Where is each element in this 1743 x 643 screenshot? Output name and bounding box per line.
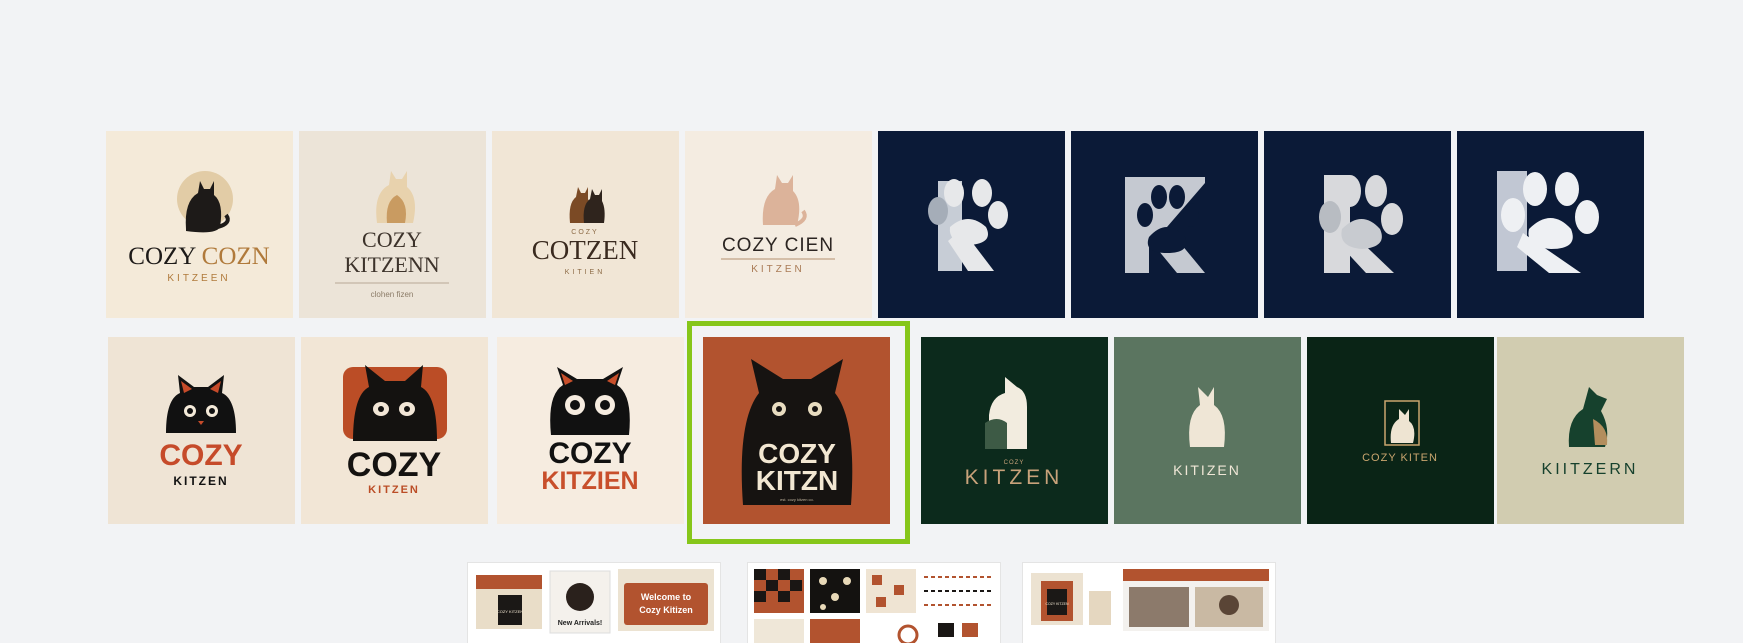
selection-highlight [687, 321, 910, 544]
brand-mockup-preview[interactable]: COZY KITZEN New Arrivals! Welcome to Coz… [468, 563, 720, 643]
svg-text:clohen fizen: clohen fizen [371, 290, 414, 299]
svg-text:KITZIEN: KITZIEN [541, 467, 638, 495]
pattern-sheet-preview[interactable] [748, 563, 1000, 643]
logo-tile-cozy-cozn[interactable]: COZY COZN KITZEEN [106, 131, 293, 318]
logo-tile-cozy-cien[interactable]: COZY CIEN KITZEN [685, 131, 872, 318]
svg-text:KITZENN: KITZENN [344, 252, 439, 277]
storefront-mockup-preview[interactable]: COZY KITZEN [1023, 563, 1275, 643]
svg-text:New Arrivals!: New Arrivals! [558, 620, 602, 627]
logo-tile-cotzen[interactable]: COZY COTZEN KITIEN [492, 131, 679, 318]
svg-text:Cozy Kitizen: Cozy Kitizen [639, 605, 693, 615]
logo-tile-cozy-kitzen-bold[interactable]: COZY KITZEN [301, 337, 488, 524]
svg-text:KITZEN: KITZEN [368, 484, 420, 496]
svg-text:KIITZERN: KIITZERN [1542, 461, 1639, 478]
logo-tile-cozy-kitzien[interactable]: COZY KITZIEN [497, 337, 684, 524]
logo-tile-kiitzern[interactable]: KIITZERN [1497, 337, 1684, 524]
svg-text:KITZEN: KITZEN [751, 264, 805, 275]
logo-tile-kitzen-sage[interactable]: KITIZEN [1114, 337, 1301, 524]
svg-text:COZY KITEN: COZY KITEN [1362, 452, 1438, 464]
svg-text:KITZEEN: KITZEEN [167, 273, 230, 284]
logo-tile-kitzen-forest[interactable]: COZY KITZEN [921, 337, 1108, 524]
svg-text:KITIZEN: KITIZEN [1173, 462, 1241, 478]
svg-text:COZY KITZEN: COZY KITZEN [497, 609, 523, 614]
svg-text:KITZEN: KITZEN [173, 474, 228, 488]
svg-text:COTZEN: COTZEN [532, 235, 638, 265]
logo-tile-cozy-kiten[interactable]: COZY KITEN [1307, 337, 1494, 524]
svg-text:COZY KITZEN: COZY KITZEN [1045, 602, 1069, 606]
svg-text:COZY: COZY [362, 227, 422, 252]
logo-tile-paw-k-1[interactable] [878, 131, 1065, 318]
logo-tile-paw-k-3[interactable] [1264, 131, 1451, 318]
logo-variations-canvas: { "colors": { "background": "#f2f3f5", "… [0, 0, 1743, 643]
logo-tile-paw-k-2[interactable] [1071, 131, 1258, 318]
svg-text:KITIEN: KITIEN [565, 269, 606, 276]
svg-text:COZY: COZY [347, 446, 442, 484]
svg-text:COZY: COZY [548, 437, 631, 470]
svg-text:COZY CIEN: COZY CIEN [722, 235, 834, 256]
svg-text:COZY COZN: COZY COZN [128, 243, 269, 270]
logo-tile-cozy-kitzenn[interactable]: COZY KITZENN clohen fizen [299, 131, 486, 318]
logo-tile-cozy-kitzen-cat[interactable]: COZY KITZEN [108, 337, 295, 524]
svg-text:Welcome to: Welcome to [641, 592, 692, 602]
svg-text:KITZEN: KITZEN [965, 466, 1064, 489]
svg-text:COZY: COZY [159, 439, 242, 472]
logo-tile-paw-k-4[interactable] [1457, 131, 1644, 318]
